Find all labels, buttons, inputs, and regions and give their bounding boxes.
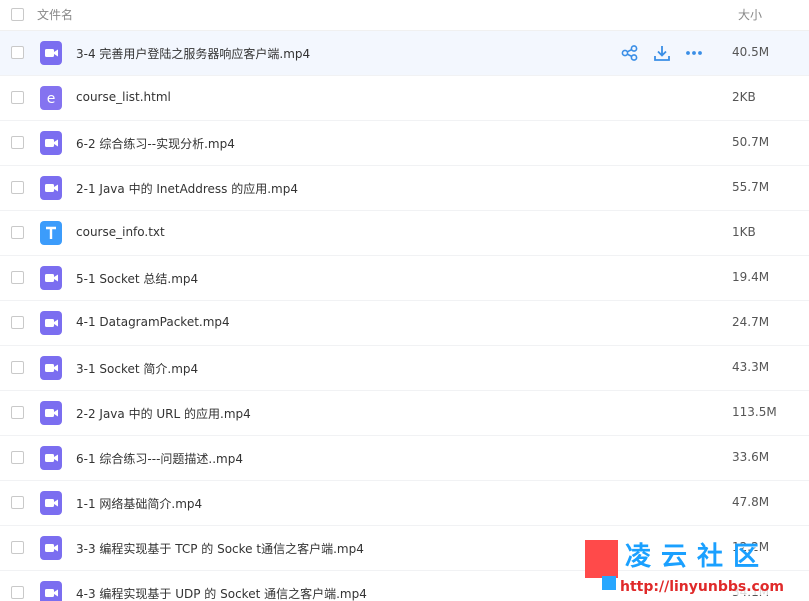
watermark-red-block [585, 540, 618, 578]
file-name[interactable]: 5-1 Socket 总结.mp4 [76, 270, 198, 287]
file-name[interactable]: 2-2 Java 中的 URL 的应用.mp4 [76, 405, 251, 422]
row-checkbox[interactable] [11, 406, 24, 419]
file-size: 50.7M [732, 135, 770, 149]
row-checkbox[interactable] [11, 226, 24, 239]
column-header-name[interactable]: 文件名 [37, 6, 73, 23]
watermark-brand: 凌云社区 [625, 542, 770, 572]
file-list-view: 文件名 大小 3-4 完善用户登陆之服务器响应客户端.mp4 40.5M e cour… [0, 0, 809, 601]
file-size: 40.5M [732, 45, 770, 59]
text-file-icon [40, 221, 62, 245]
file-row[interactable]: e course_list.html 2KB [0, 76, 809, 121]
file-name[interactable]: 4-1 DatagramPacket.mp4 [76, 315, 230, 329]
file-name[interactable]: 3-4 完善用户登陆之服务器响应客户端.mp4 [76, 45, 310, 62]
file-row[interactable]: 2-1 Java 中的 InetAddress 的应用.mp4 55.7M [0, 166, 809, 211]
more-icon[interactable] [684, 44, 704, 62]
share-icon[interactable] [620, 44, 640, 62]
file-row[interactable]: 3-4 完善用户登陆之服务器响应客户端.mp4 40.5M [0, 31, 809, 76]
html-file-icon: e [40, 86, 62, 110]
file-size: 43.3M [732, 360, 770, 374]
download-icon[interactable] [652, 44, 672, 62]
file-row[interactable]: 5-1 Socket 总结.mp4 19.4M [0, 256, 809, 301]
file-size: 24.7M [732, 315, 770, 329]
row-checkbox[interactable] [11, 91, 24, 104]
file-size: 2KB [732, 90, 756, 104]
row-checkbox[interactable] [11, 361, 24, 374]
file-size: 113.5M [732, 405, 777, 419]
video-file-icon [40, 401, 62, 425]
video-file-icon [40, 446, 62, 470]
row-checkbox[interactable] [11, 136, 24, 149]
file-row[interactable]: course_info.txt 1KB [0, 211, 809, 256]
file-size: 19.4M [732, 270, 770, 284]
row-checkbox[interactable] [11, 46, 24, 59]
file-name[interactable]: 3-1 Socket 简介.mp4 [76, 360, 198, 377]
file-row[interactable]: 4-1 DatagramPacket.mp4 24.7M [0, 301, 809, 346]
row-checkbox[interactable] [11, 586, 24, 599]
row-checkbox[interactable] [11, 541, 24, 554]
row-checkbox[interactable] [11, 271, 24, 284]
watermark-blue-block [602, 576, 616, 590]
file-row[interactable]: 6-1 综合练习---问题描述..mp4 33.6M [0, 436, 809, 481]
file-size: 33.6M [732, 450, 770, 464]
watermark-logo: 凌云社区 http://linyunbbs.com [555, 532, 809, 601]
file-row[interactable]: 6-2 综合练习--实现分析.mp4 50.7M [0, 121, 809, 166]
video-file-icon [40, 356, 62, 380]
file-size: 1KB [732, 225, 756, 239]
row-checkbox[interactable] [11, 181, 24, 194]
file-size: 47.8M [732, 495, 770, 509]
row-checkbox[interactable] [11, 496, 24, 509]
video-file-icon [40, 581, 62, 601]
video-file-icon [40, 311, 62, 335]
video-file-icon [40, 536, 62, 560]
video-file-icon [40, 266, 62, 290]
file-name[interactable]: 4-3 编程实现基于 UDP 的 Socket 通信之客户端.mp4 [76, 585, 367, 601]
file-name[interactable]: course_list.html [76, 90, 171, 104]
file-name[interactable]: 6-1 综合练习---问题描述..mp4 [76, 450, 243, 467]
row-checkbox[interactable] [11, 316, 24, 329]
video-file-icon [40, 176, 62, 200]
file-name[interactable]: 3-3 编程实现基于 TCP 的 Socke t通信之客户端.mp4 [76, 540, 364, 557]
watermark-url: http://linyunbbs.com [617, 579, 788, 595]
list-header: 文件名 大小 [0, 0, 809, 31]
select-all-checkbox[interactable] [11, 8, 24, 21]
file-row[interactable]: 1-1 网络基础简介.mp4 47.8M [0, 481, 809, 526]
file-name[interactable]: 1-1 网络基础简介.mp4 [76, 495, 202, 512]
file-name[interactable]: 6-2 综合练习--实现分析.mp4 [76, 135, 235, 152]
video-file-icon [40, 41, 62, 65]
file-row[interactable]: 2-2 Java 中的 URL 的应用.mp4 113.5M [0, 391, 809, 436]
svg-text:e: e [47, 91, 56, 107]
file-name[interactable]: 2-1 Java 中的 InetAddress 的应用.mp4 [76, 180, 298, 197]
row-checkbox[interactable] [11, 451, 24, 464]
file-size: 55.7M [732, 180, 770, 194]
file-row[interactable]: 3-1 Socket 简介.mp4 43.3M [0, 346, 809, 391]
column-header-size[interactable]: 大小 [738, 6, 762, 23]
video-file-icon [40, 491, 62, 515]
video-file-icon [40, 131, 62, 155]
file-name[interactable]: course_info.txt [76, 225, 165, 239]
file-list: 3-4 完善用户登陆之服务器响应客户端.mp4 40.5M e course_list… [0, 31, 809, 601]
